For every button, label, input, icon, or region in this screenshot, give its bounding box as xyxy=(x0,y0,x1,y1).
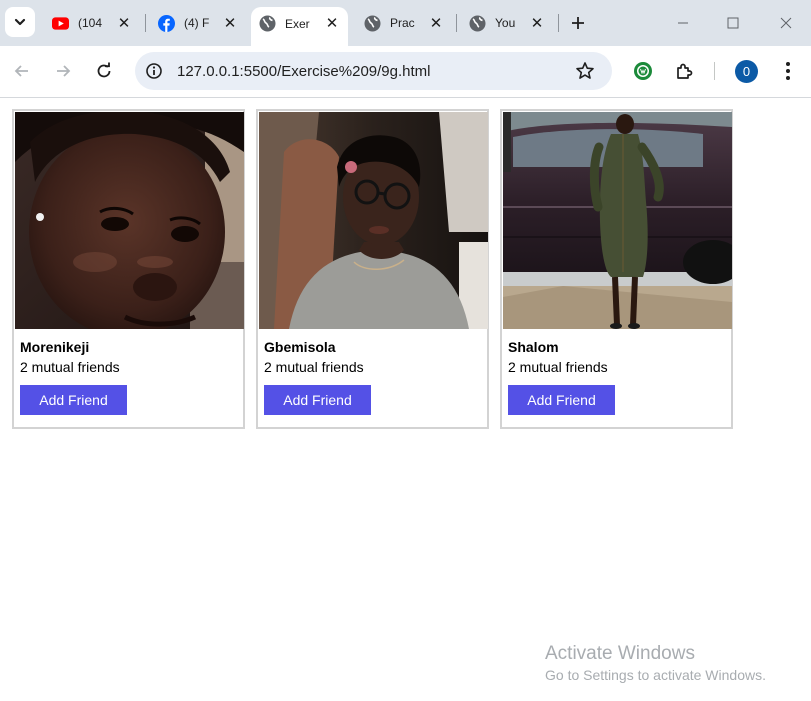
mutual-friends: 2 mutual friends xyxy=(508,359,608,375)
browser-toolbar: 127.0.0.1:5500/Exercise%209/9g.html 0 xyxy=(0,46,811,98)
mutual-friends: 2 mutual friends xyxy=(264,359,364,375)
close-window-button[interactable] xyxy=(771,8,801,38)
mutual-friends: 2 mutual friends xyxy=(20,359,120,375)
profile-photo xyxy=(503,112,732,329)
tab-youtube[interactable]: (104 ✕ xyxy=(44,7,140,39)
close-icon xyxy=(780,17,792,29)
profile-photo xyxy=(15,112,244,329)
close-icon[interactable]: ✕ xyxy=(116,15,132,31)
tab-strip: (104 ✕ (4) F ✕ Exer ✕ Prac ✕ You ✕ xyxy=(0,0,811,46)
tab-title: (104 xyxy=(78,16,103,30)
address-bar[interactable]: 127.0.0.1:5500/Exercise%209/9g.html xyxy=(135,52,612,90)
globe-icon xyxy=(364,15,381,32)
profile-photo xyxy=(259,112,488,329)
tab-title: You xyxy=(495,16,516,30)
reload-button[interactable] xyxy=(91,58,117,84)
add-friend-button[interactable]: Add Friend xyxy=(508,385,615,415)
arrow-right-icon xyxy=(57,65,71,77)
browser-menu-button[interactable] xyxy=(778,60,798,82)
toolbar-divider xyxy=(714,62,715,80)
activation-watermark: Activate Windows Go to Settings to activ… xyxy=(545,643,766,683)
extensions-puzzle-icon[interactable] xyxy=(673,60,695,82)
tab-practice[interactable]: Prac ✕ xyxy=(356,7,452,39)
tab-separator xyxy=(456,14,457,32)
friend-name: Morenikeji xyxy=(20,339,90,355)
tab-you[interactable]: You ✕ xyxy=(461,7,553,39)
bookmark-star-icon[interactable] xyxy=(575,61,595,81)
tab-exercise[interactable]: Exer ✕ xyxy=(251,7,348,46)
youtube-icon xyxy=(52,15,69,32)
tab-title: Prac xyxy=(390,16,415,30)
more-vert-icon xyxy=(786,62,790,80)
tab-separator xyxy=(145,14,146,32)
back-button[interactable] xyxy=(9,58,35,84)
friend-card: Shalom 2 mutual friends Add Friend xyxy=(500,109,733,429)
minimize-button[interactable] xyxy=(668,8,698,38)
close-icon[interactable]: ✕ xyxy=(222,15,238,31)
friend-card: Gbemisola 2 mutual friends Add Friend xyxy=(256,109,489,429)
tab-facebook[interactable]: (4) F ✕ xyxy=(150,7,246,39)
tab-separator xyxy=(558,14,559,32)
tab-title: (4) F xyxy=(184,16,210,30)
arrow-left-icon xyxy=(14,65,28,77)
new-tab-button[interactable] xyxy=(566,11,590,35)
info-icon[interactable] xyxy=(145,62,163,80)
maximize-button[interactable] xyxy=(718,8,748,38)
friend-name: Gbemisola xyxy=(264,339,336,355)
tab-search-button[interactable] xyxy=(5,7,35,37)
profile-initial: 0 xyxy=(742,64,751,79)
url-text[interactable]: 127.0.0.1:5500/Exercise%209/9g.html xyxy=(177,63,431,80)
forward-button[interactable] xyxy=(50,58,76,84)
watermark-subtitle: Go to Settings to activate Windows. xyxy=(545,667,766,683)
tab-title: Exer xyxy=(285,16,310,31)
globe-icon xyxy=(469,15,486,32)
minimize-icon xyxy=(678,22,688,24)
plus-icon xyxy=(572,17,584,29)
extension-badge-icon[interactable] xyxy=(632,60,654,82)
watermark-title: Activate Windows xyxy=(545,643,695,664)
close-icon[interactable]: ✕ xyxy=(428,15,444,31)
reload-icon xyxy=(97,62,111,78)
maximize-icon xyxy=(727,17,739,29)
facebook-icon xyxy=(158,14,175,32)
add-friend-button[interactable]: Add Friend xyxy=(264,385,371,415)
page-content: Morenikeji 2 mutual friends Add Friend G… xyxy=(0,99,811,701)
friend-card: Morenikeji 2 mutual friends Add Friend xyxy=(12,109,245,429)
friend-name: Shalom xyxy=(508,339,559,355)
globe-icon xyxy=(259,15,276,32)
close-icon[interactable]: ✕ xyxy=(324,15,340,31)
chevron-down-icon xyxy=(14,18,26,26)
profile-avatar[interactable]: 0 xyxy=(735,60,758,83)
add-friend-button[interactable]: Add Friend xyxy=(20,385,127,415)
close-icon[interactable]: ✕ xyxy=(529,15,545,31)
